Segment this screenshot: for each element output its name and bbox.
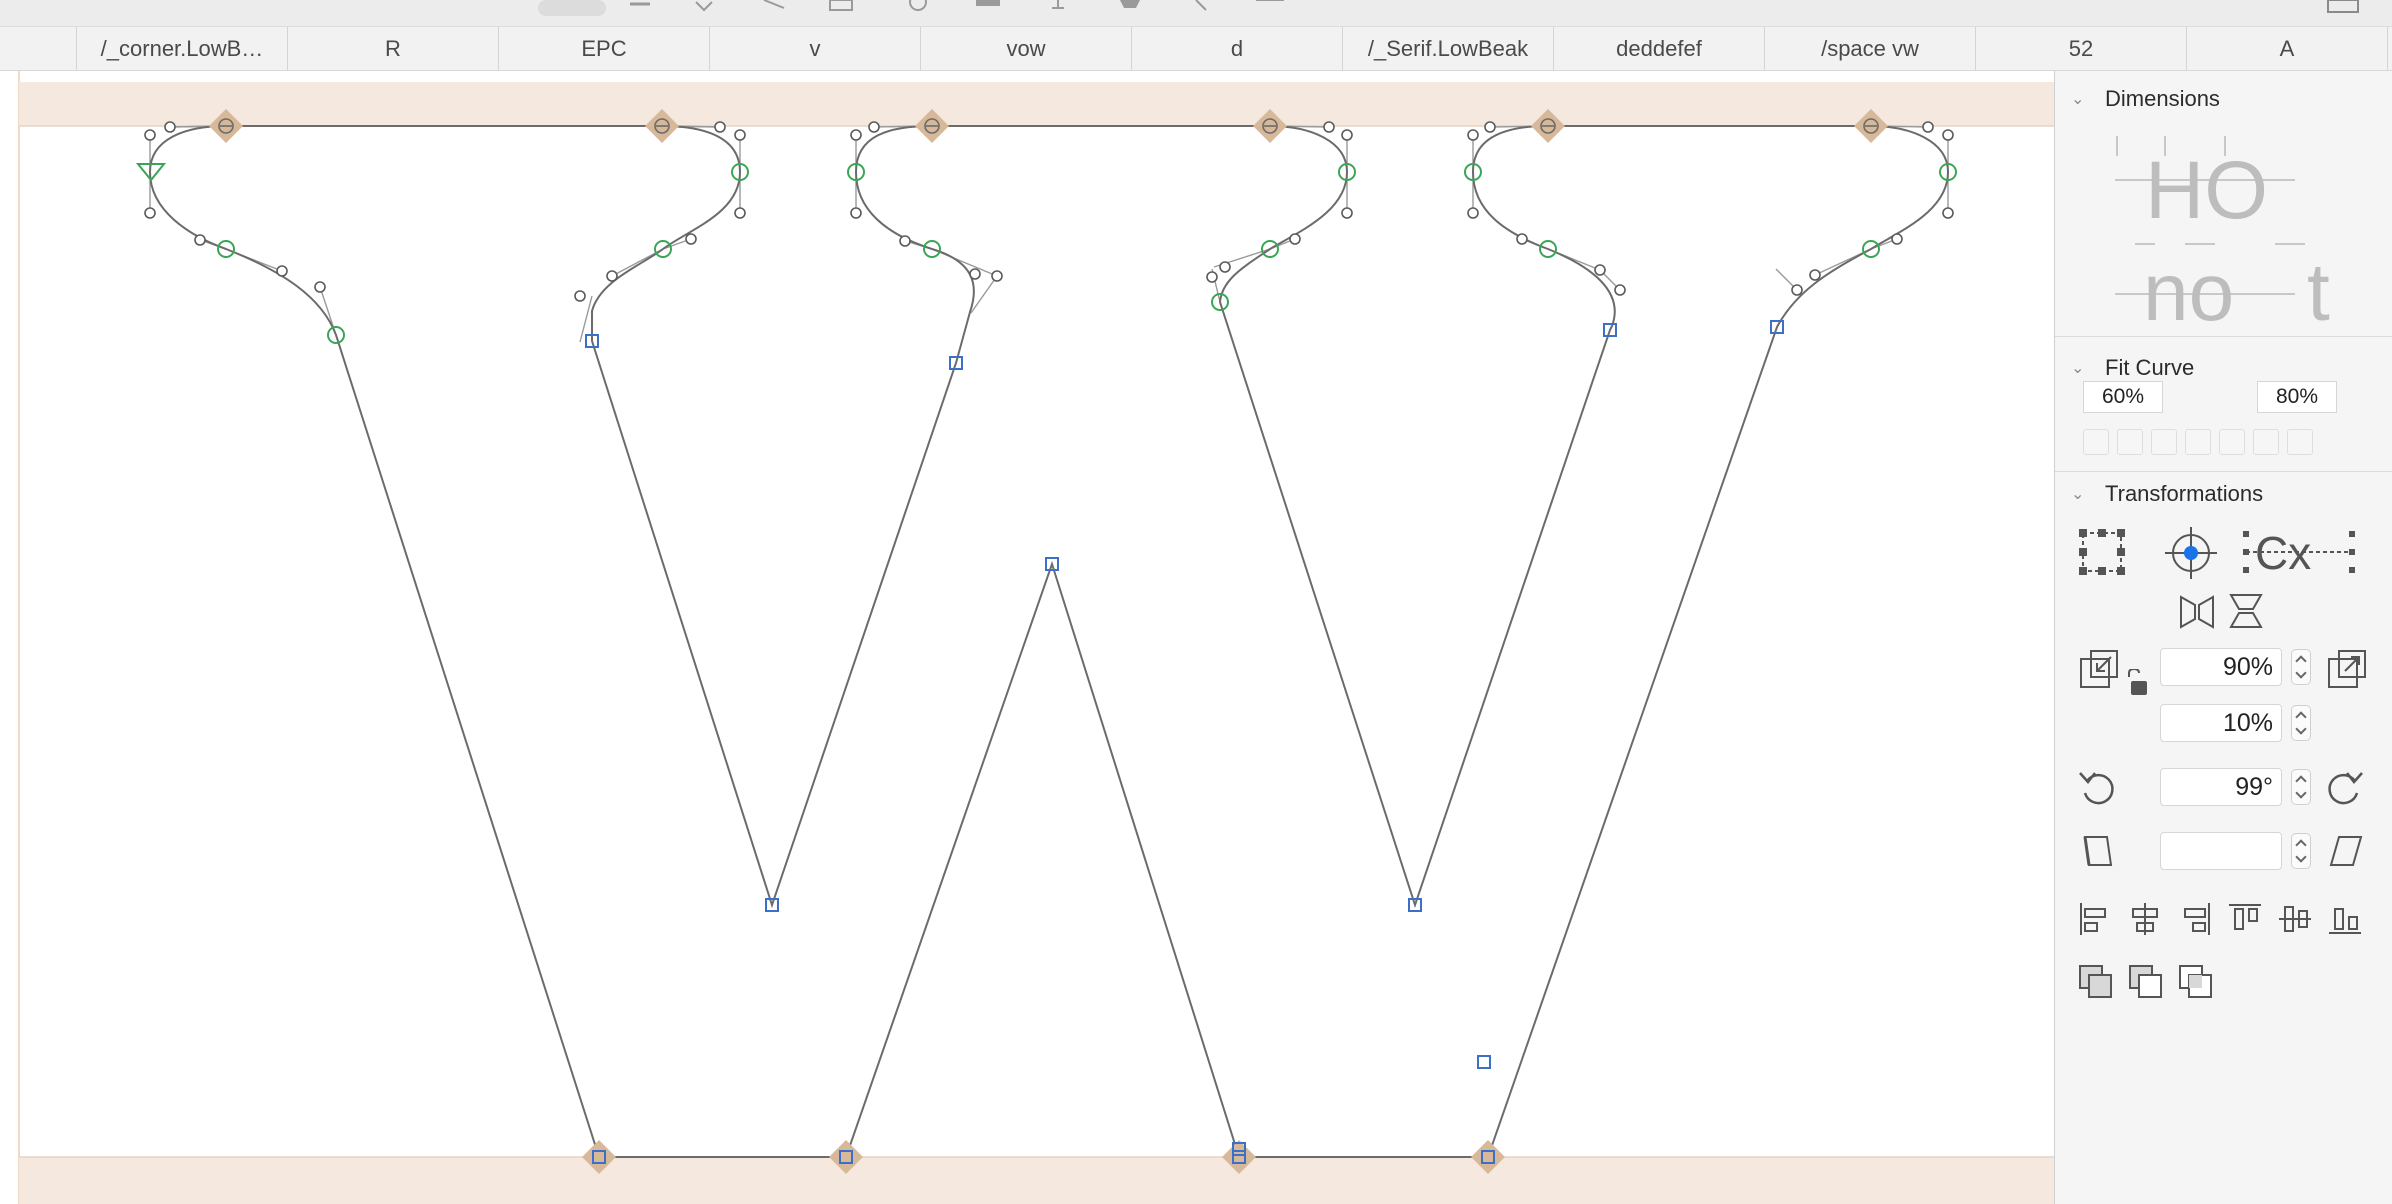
smooth-nodes[interactable] — [217, 163, 1957, 344]
extremum-nodes[interactable] — [209, 109, 1888, 1174]
glyph-outline-view[interactable] — [0, 71, 2054, 1204]
inspector-panel: ⌄ Dimensions HO no t ⌄ Fit Curve 60% 80%… — [2054, 71, 2392, 1204]
rotate-stepper[interactable] — [2291, 769, 2311, 805]
dimensions-title: Dimensions — [2105, 86, 2220, 111]
fit-curve-slot[interactable] — [2219, 429, 2245, 455]
lock-icon[interactable] — [2125, 669, 2151, 699]
bezier-handles — [149, 125, 1949, 343]
glyph-tab[interactable]: A — [2187, 27, 2388, 70]
align-center-icon[interactable] — [2127, 901, 2163, 937]
fit-curve-min-field[interactable]: 60% — [2083, 381, 2163, 413]
dimensions-preview: HO no t — [2055, 126, 2392, 356]
scale-y-field[interactable]: 10% — [2160, 704, 2282, 742]
fit-curve-slot[interactable] — [2151, 429, 2177, 455]
metrics-origin-icon[interactable]: Cx — [2241, 527, 2359, 579]
chevron-down-icon[interactable]: ⌄ — [2071, 358, 2089, 378]
glyph-tab[interactable]: EPC — [499, 27, 710, 70]
align-middle-icon[interactable] — [2277, 901, 2313, 937]
transformations-header[interactable]: ⌄ Transformations — [2055, 479, 2392, 509]
intersect-icon[interactable] — [2177, 963, 2215, 1001]
dimensions-preview-lowercase: no — [2143, 247, 2235, 338]
component-tool-icon[interactable] — [976, 0, 1000, 6]
glyph-outline-w[interactable] — [148, 125, 1950, 1158]
tab-bar-spacer — [0, 27, 77, 70]
fit-curve-slot[interactable] — [2185, 429, 2211, 455]
glyph-tab[interactable]: deddefef — [1554, 27, 1765, 70]
rotate-cw-icon[interactable] — [2325, 767, 2365, 807]
corner-nodes[interactable] — [585, 320, 1784, 1164]
glyph-tab[interactable]: d — [1132, 27, 1343, 70]
section-divider — [2055, 336, 2392, 337]
toolbar — [0, 0, 2392, 27]
dimensions-header[interactable]: ⌄ Dimensions — [2055, 84, 2392, 114]
dimensions-preview-caps: HO — [2145, 145, 2268, 236]
zoom-tool-icon[interactable] — [1195, 0, 1207, 11]
section-divider — [2055, 471, 2392, 472]
pencil-tool-icon[interactable] — [763, 0, 785, 9]
subtract-icon[interactable] — [2127, 963, 2165, 1001]
rotate-field[interactable]: 99° — [2160, 768, 2282, 806]
sidebar-toggle-icon[interactable] — [2327, 0, 2359, 13]
scale-down-icon[interactable] — [2077, 649, 2119, 691]
slant-field[interactable] — [2160, 832, 2282, 870]
glyph-tab[interactable]: 52 — [1976, 27, 2187, 70]
toolbar-icons — [538, 0, 2359, 16]
bounding-box-icon[interactable] — [2077, 527, 2127, 577]
slant-right-icon[interactable] — [2325, 831, 2365, 871]
rotate-ccw-icon[interactable] — [2077, 767, 2117, 807]
glyph-tab[interactable]: /space vw — [1765, 27, 1976, 70]
align-right-icon[interactable] — [2177, 901, 2213, 937]
cap-height-band — [19, 82, 2054, 126]
fit-curve-slot[interactable] — [2253, 429, 2279, 455]
glyph-tab[interactable]: /_corner.LowB… — [77, 27, 288, 70]
off-curve-points[interactable] — [144, 121, 1954, 302]
scale-y-stepper[interactable] — [2291, 705, 2311, 741]
svg-text:Cx: Cx — [2255, 527, 2311, 579]
glyph-tab[interactable]: vow — [921, 27, 1132, 70]
glyph-tab-bar: /_corner.LowB… R EPC v vow d /_Serif.Low… — [0, 27, 2392, 71]
fit-curve-max-field[interactable]: 80% — [2257, 381, 2337, 413]
baseline-band — [19, 1157, 2054, 1204]
select-tool-icon[interactable] — [538, 0, 606, 16]
mirror-vertical-icon[interactable] — [2225, 591, 2265, 631]
scale-field[interactable]: 90% — [2160, 648, 2282, 686]
align-top-icon[interactable] — [2227, 901, 2263, 937]
transformations-title: Transformations — [2105, 481, 2264, 506]
chevron-down-icon[interactable]: ⌄ — [2071, 484, 2089, 504]
origin-crosshair-icon[interactable] — [2163, 525, 2219, 581]
hand-tool-icon[interactable] — [1120, 0, 1140, 8]
fit-curve-title: Fit Curve — [2105, 355, 2195, 380]
chevron-down-icon[interactable]: ⌄ — [2071, 89, 2089, 109]
fit-curve-slot[interactable] — [2117, 429, 2143, 455]
text-tool-icon[interactable] — [1052, 0, 1064, 9]
scale-up-icon[interactable] — [2325, 649, 2367, 691]
mirror-horizontal-icon[interactable] — [2177, 591, 2217, 631]
slant-stepper[interactable] — [2291, 833, 2311, 869]
dimensions-preview-ascender: t — [2307, 247, 2330, 338]
glyph-tab[interactable]: v — [710, 27, 921, 70]
align-left-icon[interactable] — [2077, 901, 2113, 937]
slant-left-icon[interactable] — [2077, 831, 2117, 871]
scale-stepper[interactable] — [2291, 649, 2311, 685]
glyph-tab[interactable]: R — [288, 27, 499, 70]
pen-tool-icon[interactable] — [695, 1, 713, 12]
glyph-canvas[interactable] — [0, 71, 2054, 1204]
ellipse-tool-icon[interactable] — [909, 0, 927, 11]
fit-curve-header[interactable]: ⌄ Fit Curve — [2055, 353, 2392, 383]
rectangle-tool-icon[interactable] — [829, 0, 853, 11]
fit-curve-slot[interactable] — [2287, 429, 2313, 455]
fit-curve-slot[interactable] — [2083, 429, 2109, 455]
union-icon[interactable] — [2077, 963, 2115, 1001]
glyph-tab[interactable]: /_Serif.LowBeak — [1343, 27, 1554, 70]
align-bottom-icon[interactable] — [2327, 901, 2363, 937]
